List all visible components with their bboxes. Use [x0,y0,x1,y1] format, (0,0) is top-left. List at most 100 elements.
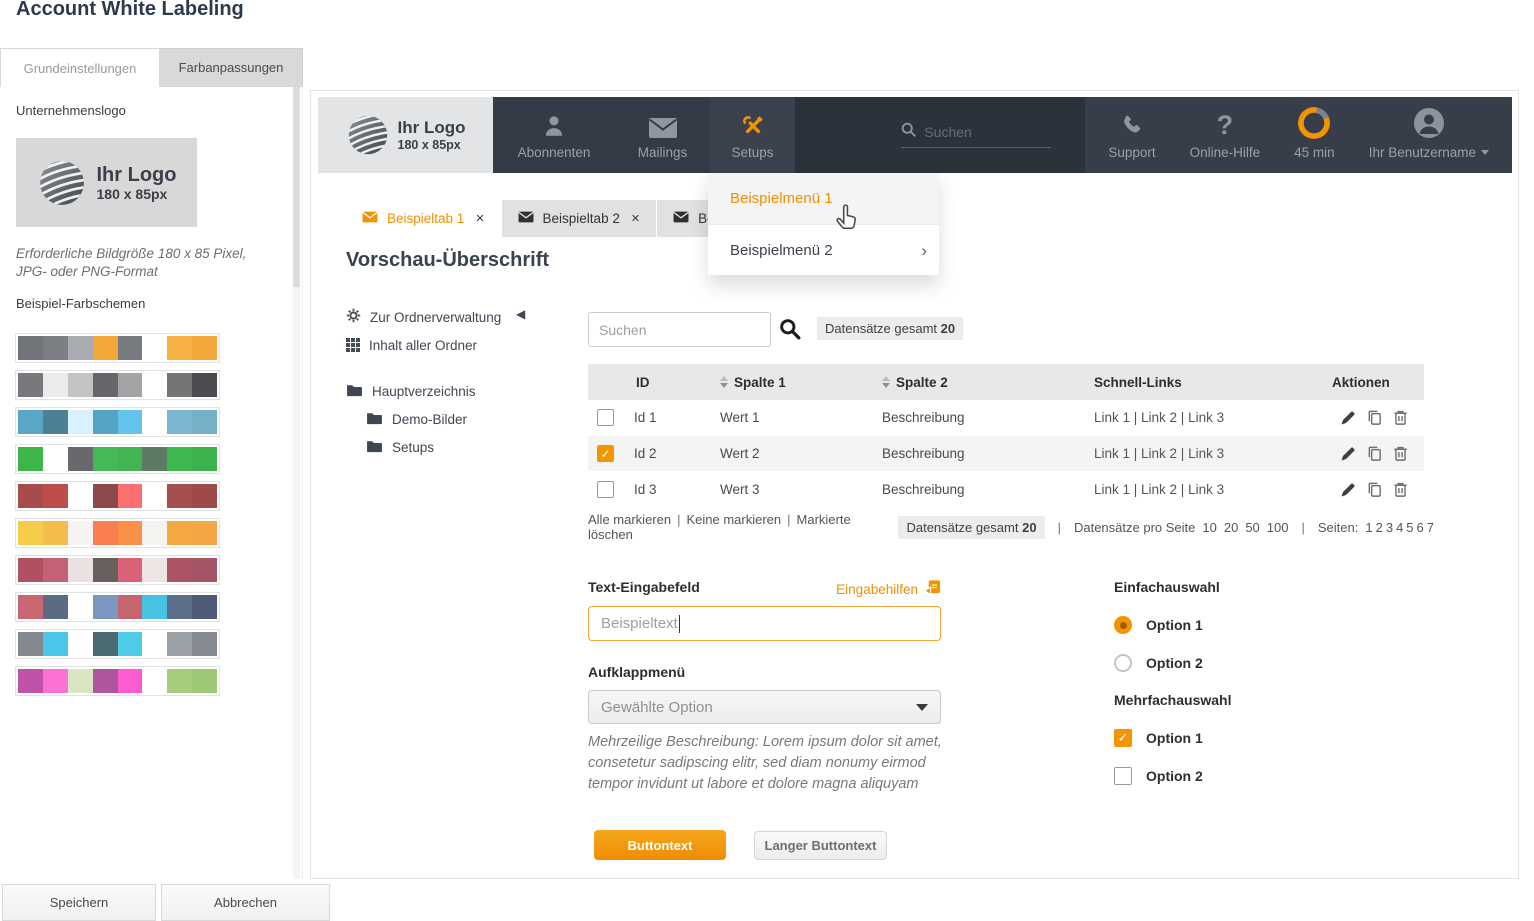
checkbox-option-1[interactable]: ✓ Option 1 [1114,729,1203,747]
copy-icon[interactable] [1366,409,1383,426]
page-number[interactable]: 7 [1427,520,1434,535]
edit-icon[interactable] [1340,409,1357,426]
select-none-link[interactable]: Keine markieren [686,512,781,527]
logo-text: Ihr Logo 180 x 85px [97,164,177,202]
page-number[interactable]: 1 [1365,520,1372,535]
nav-item-support[interactable]: Support [1091,97,1172,173]
page-number[interactable]: 5 [1406,520,1413,535]
cell-quick-links[interactable]: Link 1 | Link 2 | Link 3 [1094,482,1332,497]
tree-item-ordnerverwaltung[interactable]: Zur Ordnerverwaltung ◀ [346,305,576,329]
nav-item-mailings[interactable]: Mailings [615,97,710,173]
checkbox-icon[interactable] [1114,767,1132,785]
save-button[interactable]: Speichern [2,884,156,921]
color-scheme-row[interactable] [15,407,220,437]
per-page-option[interactable]: 10 [1202,520,1216,535]
color-scheme-row[interactable] [15,555,220,585]
sort-icon[interactable] [720,376,728,388]
sort-icon[interactable] [882,376,890,388]
nav-search[interactable] [901,122,1051,148]
tree-item-label: Hauptverzeichnis [372,384,476,399]
nav-item-online-hilfe[interactable]: ? Online-Hilfe [1173,97,1278,173]
tab-farbanpassungen[interactable]: Farbanpassungen [160,48,303,86]
close-icon[interactable]: ✕ [475,212,484,225]
nav-item-setups[interactable]: Setups [710,97,795,173]
tree-item-inhalt-aller-ordner[interactable]: Inhalt aller Ordner [346,333,576,357]
page-number[interactable]: 6 [1417,520,1424,535]
scrollbar-thumb[interactable] [293,87,300,287]
nav-item-abonnenten[interactable]: Abonnenten [493,97,615,173]
input-helpers-link[interactable]: Eingabehilfen [841,579,941,599]
radio-icon[interactable] [1114,654,1132,672]
copy-icon[interactable] [1366,481,1383,498]
text-input[interactable]: Beispieltext [588,606,941,641]
checkbox-icon[interactable]: ✓ [1114,729,1132,747]
color-swatch [142,558,167,582]
preview-tab-1[interactable]: Beispieltab 1 ✕ [346,200,501,237]
nav-search-input[interactable] [924,124,1034,140]
company-logo-placeholder[interactable]: Ihr Logo 180 x 85px [16,138,197,227]
page-number[interactable]: 4 [1396,520,1403,535]
color-scheme-row[interactable] [15,481,220,511]
checkbox-option-2[interactable]: Option 2 [1114,767,1203,785]
cell-id: Id 3 [624,482,720,497]
select-all-link[interactable]: Alle markieren [588,512,671,527]
radio-icon[interactable] [1114,616,1132,634]
color-scheme-row[interactable] [15,629,220,659]
color-swatch [142,521,167,545]
delete-icon[interactable] [1392,481,1409,498]
collapse-tree-icon[interactable]: ◀ [516,307,525,321]
preview-logo[interactable]: Ihr Logo 180 x 85px [318,97,493,173]
color-scheme-row[interactable] [15,518,220,548]
page-number[interactable]: 3 [1386,520,1393,535]
primary-button[interactable]: Buttontext [594,830,726,860]
color-swatch [142,336,167,360]
search-icon[interactable] [779,318,801,345]
radio-option-2[interactable]: Option 2 [1114,654,1203,672]
per-page-option[interactable]: 100 [1267,520,1289,535]
color-scheme-row[interactable] [15,333,220,363]
per-page-option[interactable]: 50 [1245,520,1259,535]
multi-select-label: Mehrfachauswahl [1114,692,1231,708]
copy-icon[interactable] [1366,445,1383,462]
color-swatch [43,410,68,434]
nav-item-username[interactable]: Ihr Benutzername [1352,97,1506,173]
color-swatch [93,410,118,434]
color-scheme-row[interactable] [15,370,220,400]
edit-icon[interactable] [1340,445,1357,462]
page-number[interactable]: 2 [1376,520,1383,535]
color-swatch [68,632,93,656]
color-scheme-row[interactable] [15,666,220,696]
cancel-button[interactable]: Abbrechen [161,884,330,921]
sidebar-scrollbar[interactable] [293,87,300,879]
row-checkbox[interactable] [597,481,614,498]
menu-item-beispielmenu-2[interactable]: Beispielmenü 2 › [708,224,939,275]
edit-icon[interactable] [1340,481,1357,498]
tree-folder-setups[interactable]: Setups [366,435,576,459]
menu-item-beispielmenu-1[interactable]: Beispielmenü 1 [708,173,939,224]
delete-icon[interactable] [1392,409,1409,426]
preview-tab-2[interactable]: Beispieltab 2 ✕ [502,200,657,237]
color-scheme-row[interactable] [15,444,220,474]
tab-grundeinstellungen[interactable]: Grundeinstellungen [0,48,160,87]
tree-folder-demo-bilder[interactable]: Demo-Bilder [366,407,576,431]
row-checkbox[interactable] [597,409,614,426]
tree-folder-hauptverzeichnis[interactable]: Hauptverzeichnis [346,379,576,403]
list-search-input[interactable] [588,312,771,347]
records-table: ID Spalte 1 Spalte 2 Schnell-Links Aktio… [588,364,1424,508]
color-swatch [43,632,68,656]
row-checkbox[interactable]: ✓ [597,445,614,462]
cell-quick-links[interactable]: Link 1 | Link 2 | Link 3 [1094,446,1332,461]
chevron-down-icon [1481,150,1489,155]
dropdown-select[interactable]: Gewählte Option [588,690,941,724]
nav-item-session-timer[interactable]: 45 min [1277,97,1352,173]
close-icon[interactable]: ✕ [631,212,640,225]
cell-quick-links[interactable]: Link 1 | Link 2 | Link 3 [1094,410,1332,425]
delete-icon[interactable] [1392,445,1409,462]
color-scheme-row[interactable] [15,592,220,622]
nav-menu: Abonnenten Mailings Setups [493,97,795,173]
secondary-button[interactable]: Langer Buttontext [754,831,887,860]
color-swatch [68,447,93,471]
per-page-option[interactable]: 20 [1224,520,1238,535]
preview-navbar: Ihr Logo 180 x 85px Abonnenten Mailings [318,97,1512,173]
radio-option-1[interactable]: Option 1 [1114,616,1203,634]
